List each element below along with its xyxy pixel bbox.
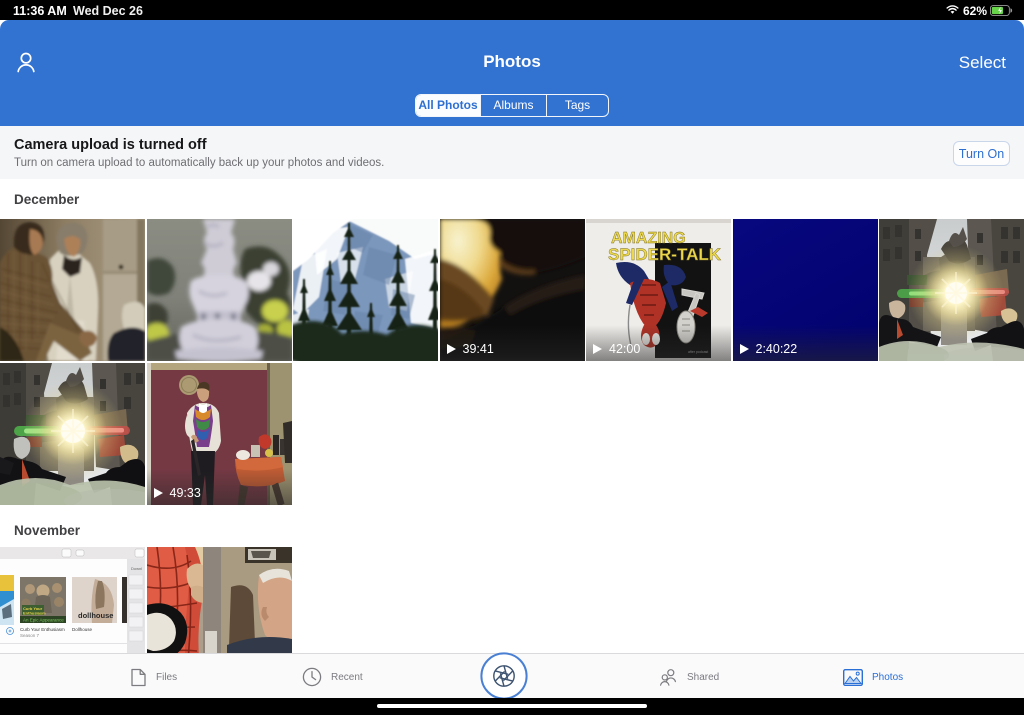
svg-text:SPIDER-TALK: SPIDER-TALK: [608, 245, 722, 264]
svg-text:Enthusiasm: Enthusiasm: [23, 611, 46, 616]
svg-text:dollhouse: dollhouse: [78, 611, 113, 620]
svg-text:An Epic Appearance: An Epic Appearance: [23, 618, 64, 623]
svg-text:Season 7: Season 7: [20, 633, 40, 638]
svg-text:Curb Your Enthusiasm: Curb Your Enthusiasm: [20, 627, 65, 632]
svg-text:Downl: Downl: [131, 566, 142, 571]
svg-text:Dollhouse: Dollhouse: [72, 627, 93, 632]
